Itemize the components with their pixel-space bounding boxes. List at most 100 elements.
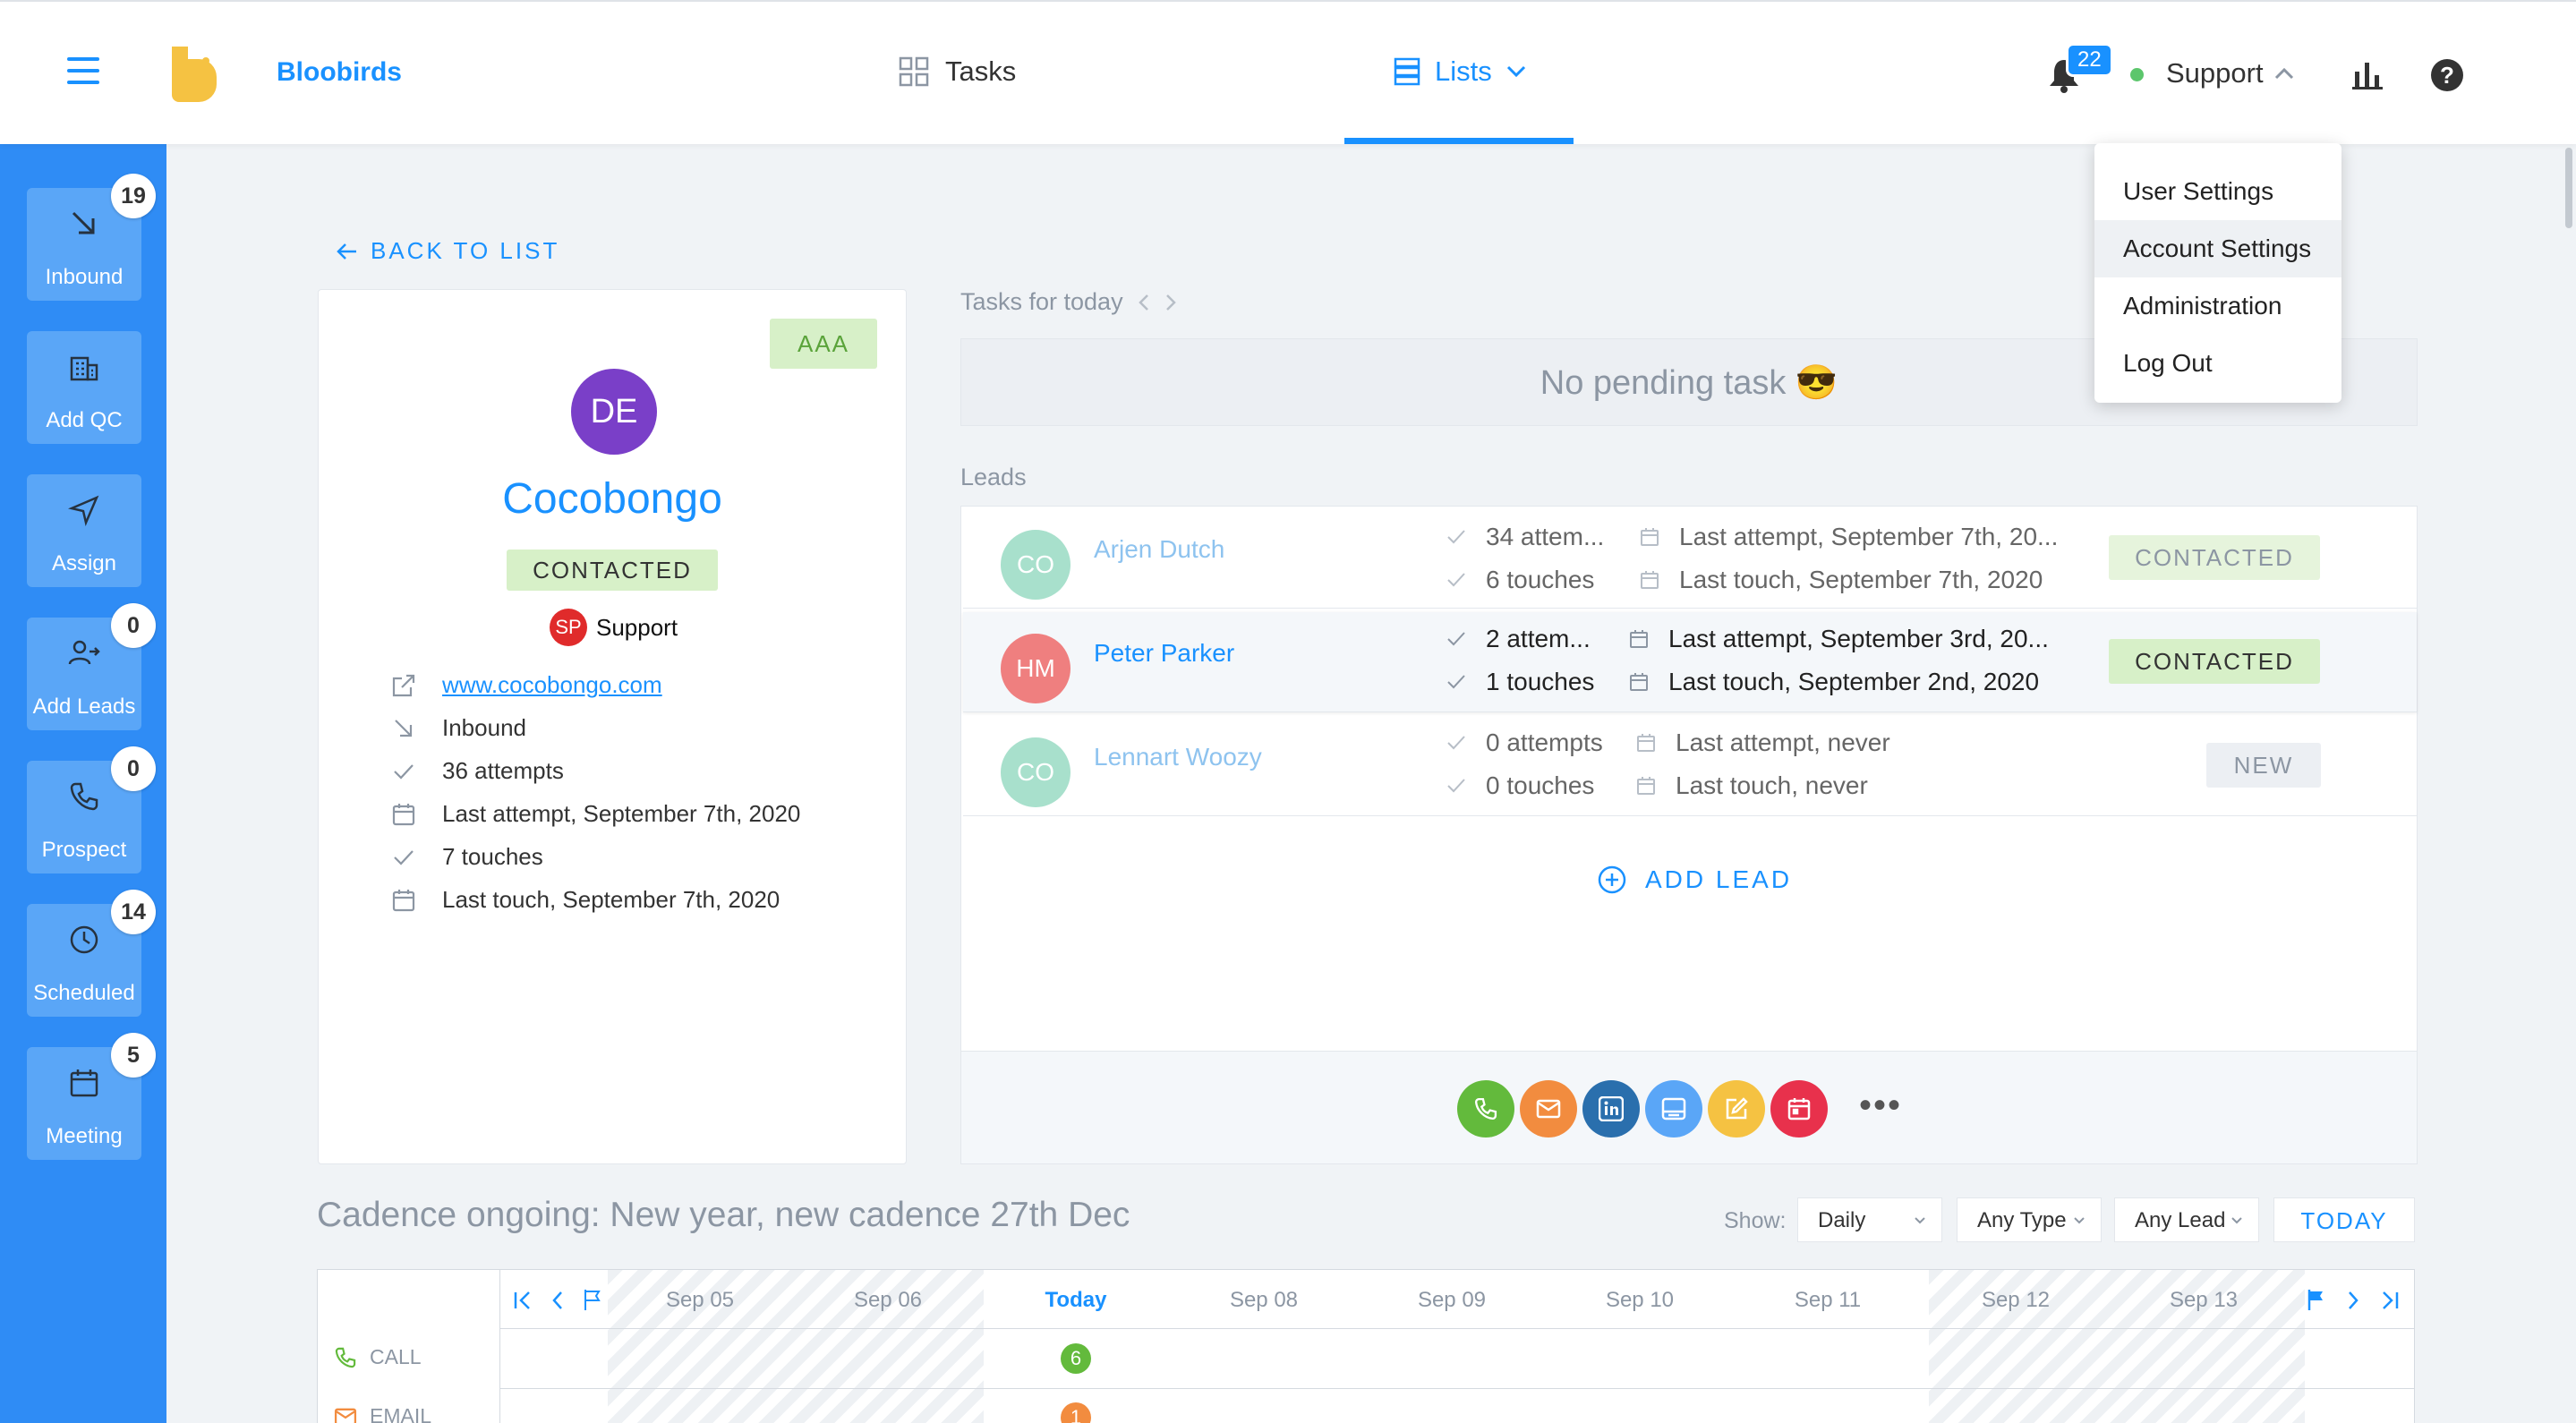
chevron-down-icon [1915, 1217, 1925, 1224]
lead-row[interactable]: CO Lennart Woozy 0 attempts 0 touches La… [963, 716, 2417, 816]
calendar-icon [392, 889, 415, 911]
sidebar-item-add-qc[interactable]: Add QC [27, 331, 141, 444]
call-button[interactable] [1457, 1080, 1514, 1138]
send-icon [68, 495, 99, 526]
menu-item-account-settings[interactable]: Account Settings [2094, 220, 2341, 277]
scrollbar[interactable] [2562, 144, 2576, 1423]
bar-chart-icon[interactable] [2352, 59, 2383, 89]
day-header: Sep 10 [1605, 1288, 1675, 1312]
sidebar-item-scheduled[interactable]: Scheduled 14 [27, 890, 156, 1017]
lead-name[interactable]: Arjen Dutch [1094, 535, 1224, 564]
company-last-touch: Last touch, September 7th, 2020 [442, 886, 780, 913]
lead-status-badge[interactable]: CONTACTED [2109, 535, 2320, 580]
lead-avatar: CO [1001, 737, 1070, 807]
lead-status-badge[interactable]: NEW [2206, 743, 2321, 788]
chevron-left-icon[interactable] [1138, 293, 1150, 312]
company-avatar: DE [571, 369, 657, 455]
user-name: Support [2166, 57, 2264, 89]
today-button[interactable]: TODAY [2273, 1197, 2415, 1242]
company-owner[interactable]: SP Support [550, 609, 678, 646]
email-button[interactable] [1520, 1080, 1577, 1138]
flag-icon[interactable] [583, 1288, 602, 1311]
add-lead-button[interactable]: ADD LEAD [1597, 865, 1792, 895]
mail-icon [334, 1408, 357, 1423]
company-status-badge[interactable]: CONTACTED [507, 550, 718, 591]
day-header-today: Today [1045, 1288, 1107, 1312]
user-menu-toggle[interactable]: Support [2166, 57, 2294, 89]
sidebar-item-label: Add QC [46, 408, 123, 432]
lead-attempts-text: 34 attem... [1486, 523, 1605, 550]
sidebar-item-assign[interactable]: Assign [27, 474, 141, 587]
chevron-left-icon[interactable] [550, 1290, 565, 1311]
check-icon [1447, 736, 1465, 750]
lead-last-touch: Last touch, September 2nd, 2020 [1629, 668, 2039, 696]
lead-name[interactable]: Peter Parker [1094, 639, 1234, 668]
lead-row[interactable]: HM Peter Parker 2 attem... 1 touches Las… [963, 612, 2417, 712]
sidebar-item-prospect[interactable]: Prospect 0 [27, 746, 156, 873]
first-page-icon[interactable] [513, 1290, 533, 1311]
cadence-row-call: CALL [334, 1345, 422, 1369]
type-select[interactable]: Any Type [1957, 1197, 2102, 1242]
day-header: Sep 08 [1229, 1288, 1299, 1312]
brand-name[interactable]: Bloobirds [277, 57, 402, 88]
call-count-badge[interactable]: 6 [1061, 1343, 1091, 1374]
company-source: Inbound [442, 714, 526, 741]
note-button[interactable] [1708, 1080, 1765, 1138]
last-page-icon[interactable] [2380, 1290, 2400, 1311]
sidebar-item-inbound[interactable]: Inbound 19 [27, 174, 156, 301]
nav-tasks-label: Tasks [945, 55, 1017, 87]
menu-icon[interactable] [67, 57, 99, 89]
meeting-button[interactable] [1770, 1080, 1828, 1138]
linkedin-button[interactable] [1582, 1080, 1640, 1138]
calendar-icon [392, 803, 415, 825]
period-select[interactable]: Daily [1797, 1197, 1942, 1242]
lead-last-touch-text: Last touch, September 7th, 2020 [1679, 566, 2043, 593]
lead-attempts-text: 0 attempts [1486, 729, 1603, 756]
sidebar-item-meeting[interactable]: Meeting 5 [27, 1033, 156, 1160]
count-badge: 0 [111, 746, 156, 791]
sidebar-item-add-leads[interactable]: Add Leads 0 [27, 603, 156, 730]
nav-lists[interactable]: Lists [1394, 55, 1526, 88]
chevron-right-icon[interactable] [2346, 1290, 2360, 1311]
lead-status-badge[interactable]: CONTACTED [2109, 639, 2320, 684]
mail-icon [1536, 1099, 1561, 1119]
lead-avatar: HM [1001, 634, 1070, 703]
lead-touches: 1 touches [1446, 668, 1594, 696]
user-dropdown-menu: User Settings Account Settings Administr… [2094, 143, 2341, 403]
edit-icon [1726, 1097, 1748, 1120]
leads-panel: CO Arjen Dutch 34 attem... 6 touches Las… [960, 506, 2418, 1164]
menu-item-administration[interactable]: Administration [2094, 277, 2341, 335]
more-options-icon[interactable]: ••• [1859, 1087, 1902, 1123]
menu-item-log-out[interactable]: Log Out [2094, 335, 2341, 392]
chevron-down-icon [2074, 1217, 2085, 1224]
phone-icon [70, 782, 98, 811]
email-count-badge[interactable]: 1 [1061, 1402, 1091, 1423]
company-name[interactable]: Cocobongo [319, 474, 906, 524]
lead-select[interactable]: Any Lead [2114, 1197, 2259, 1242]
calendar-icon [1787, 1098, 1811, 1121]
flag-filled-icon[interactable] [2307, 1288, 2326, 1311]
calendar-icon [1641, 528, 1659, 546]
check-icon [1447, 675, 1465, 689]
lead-row[interactable]: CO Arjen Dutch 34 attem... 6 touches Las… [963, 508, 2417, 609]
chevron-right-icon[interactable] [1164, 293, 1177, 312]
chevron-up-icon [2274, 67, 2293, 80]
nav-tasks[interactable]: Tasks [899, 55, 1016, 88]
top-bar: Bloobirds Tasks Lists 22 Support ? [0, 0, 2576, 144]
lead-touches-text: 1 touches [1486, 668, 1595, 695]
chevron-down-icon [1506, 65, 1525, 78]
website-button[interactable] [1645, 1080, 1702, 1138]
help-icon[interactable]: ? [2431, 59, 2463, 91]
lead-name[interactable]: Lennart Woozy [1094, 743, 1262, 771]
scrollbar-thumb[interactable] [2565, 148, 2572, 228]
arrow-left-icon [337, 243, 356, 260]
company-website-link[interactable]: www.cocobongo.com [442, 671, 662, 699]
menu-item-user-settings[interactable]: User Settings [2094, 163, 2341, 220]
day-header: Sep 06 [853, 1288, 923, 1312]
lead-attempts-text: 2 attem... [1486, 625, 1591, 652]
lead-avatar: CO [1001, 530, 1070, 600]
lead-last-attempt-text: Last attempt, September 3rd, 20... [1668, 625, 2049, 652]
plus-circle-icon [1598, 865, 1626, 894]
back-to-list-link[interactable]: BACK TO LIST [337, 237, 559, 265]
list-icon [1394, 57, 1420, 86]
